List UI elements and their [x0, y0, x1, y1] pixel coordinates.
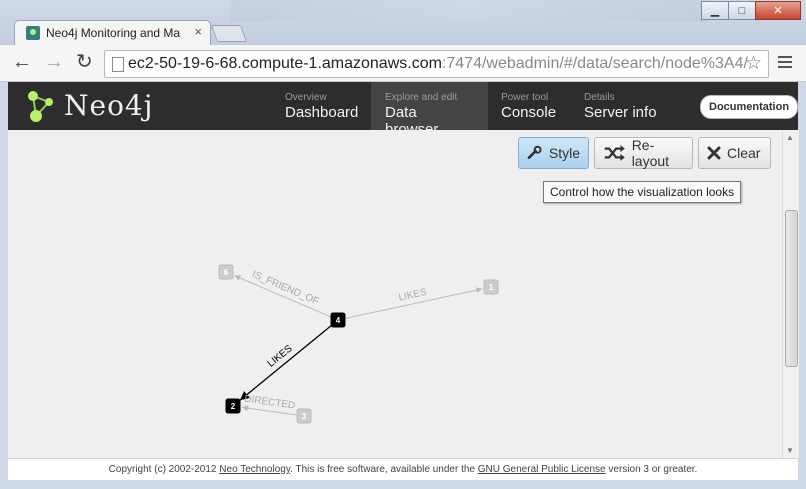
- footer-middle: . This is free software, available under…: [290, 464, 478, 475]
- footer-copyright: Copyright (c) 2002-2012: [108, 464, 220, 475]
- address-bar[interactable]: ec2-50-19-6-68.compute-1.amazonaws.com:7…: [104, 50, 769, 78]
- window-frame-right: [798, 82, 806, 489]
- graph-node[interactable]: 1: [483, 279, 499, 295]
- window-controls: ▁ □ ✕: [701, 1, 801, 20]
- nav-sublabel: Overview: [285, 92, 327, 103]
- documentation-button[interactable]: Documentation: [700, 95, 799, 119]
- window-frame-left: [0, 82, 8, 489]
- url-text: ec2-50-19-6-68.compute-1.amazonaws.com:7…: [128, 55, 748, 73]
- scroll-up-icon[interactable]: ▲: [786, 133, 794, 142]
- relationship-label: LIKES: [266, 343, 295, 370]
- forward-button[interactable]: →: [44, 51, 64, 73]
- page-icon: [112, 57, 124, 72]
- nav-console[interactable]: Power tool Console: [487, 82, 570, 130]
- graph-workspace[interactable]: Style Re-layout Clear Control how the vi…: [8, 130, 782, 458]
- scroll-down-icon[interactable]: ▼: [786, 446, 794, 455]
- url-path: :7474/webadmin/#/data/search/node%3A4/: [441, 55, 748, 72]
- nav-label: Console: [501, 104, 557, 121]
- node-id-label: 3: [302, 412, 307, 421]
- scrollbar-thumb[interactable]: [785, 210, 798, 367]
- minimize-button[interactable]: ▁: [701, 1, 729, 20]
- nav-sublabel: Details: [584, 92, 615, 103]
- app-header: Neo4j Overview Dashboard Explore and edi…: [8, 82, 799, 138]
- graph-node[interactable]: 2: [225, 398, 241, 414]
- node-id-label: 1: [489, 283, 494, 292]
- nav-dashboard[interactable]: Overview Dashboard: [271, 82, 372, 130]
- neo-technology-link[interactable]: Neo Technology: [219, 464, 290, 475]
- browser-menu-icon[interactable]: [778, 56, 792, 71]
- window-close-button[interactable]: ✕: [755, 1, 801, 20]
- window-frame-bottom: [0, 480, 806, 489]
- browser-titlebar: Neo4j Monitoring and Ma × ▁ □ ✕: [0, 0, 806, 46]
- relationship-label: LIKES: [398, 287, 428, 304]
- bookmark-star-icon[interactable]: ☆: [745, 52, 762, 75]
- neo4j-favicon-icon: [26, 26, 40, 40]
- browser-tab[interactable]: Neo4j Monitoring and Ma ×: [14, 20, 211, 46]
- graph-canvas[interactable]: IS_FRIEND_OF LIKESLIKESDIRECTED 46123: [8, 130, 782, 458]
- browser-toolbar: ← → ↻ ec2-50-19-6-68.compute-1.amazonaws…: [0, 45, 806, 82]
- node-id-label: 6: [224, 268, 229, 277]
- url-host: ec2-50-19-6-68.compute-1.amazonaws.com: [128, 55, 442, 72]
- reload-button[interactable]: ↻: [76, 51, 93, 73]
- relationship-label: IS_FRIEND_OF: [250, 269, 320, 307]
- tab-title: Neo4j Monitoring and Ma: [46, 26, 181, 40]
- relationship-edge[interactable]: [239, 324, 333, 401]
- maximize-button[interactable]: □: [728, 1, 756, 20]
- tab-close-icon[interactable]: ×: [194, 24, 202, 39]
- neo4j-logo-icon: [28, 91, 53, 122]
- nav-data-browser[interactable]: Explore and edit Data browser: [371, 82, 488, 138]
- footer-suffix: version 3 or greater.: [605, 464, 698, 475]
- nav-label: Server info: [584, 104, 657, 121]
- node-id-label: 4: [336, 316, 341, 325]
- node-id-label: 2: [231, 402, 236, 411]
- new-tab-button[interactable]: [210, 25, 248, 42]
- back-button[interactable]: ←: [12, 51, 32, 73]
- nav-sublabel: Power tool: [501, 92, 549, 103]
- background-tabs: [230, 0, 710, 22]
- nav-sublabel: Explore and edit: [385, 92, 458, 103]
- graph-node[interactable]: 4: [330, 312, 346, 328]
- graph-node[interactable]: 3: [296, 408, 312, 424]
- nav-server-info[interactable]: Details Server info: [570, 82, 671, 130]
- app-logo-text: Neo4j: [64, 89, 154, 122]
- gpl-license-link[interactable]: GNU General Public License: [478, 464, 606, 475]
- vertical-scrollbar[interactable]: ▲ ▼: [782, 130, 799, 458]
- graph-node[interactable]: 6: [218, 264, 234, 280]
- nav-label: Dashboard: [285, 104, 359, 121]
- footer: Copyright (c) 2002-2012 Neo Technology. …: [8, 458, 798, 481]
